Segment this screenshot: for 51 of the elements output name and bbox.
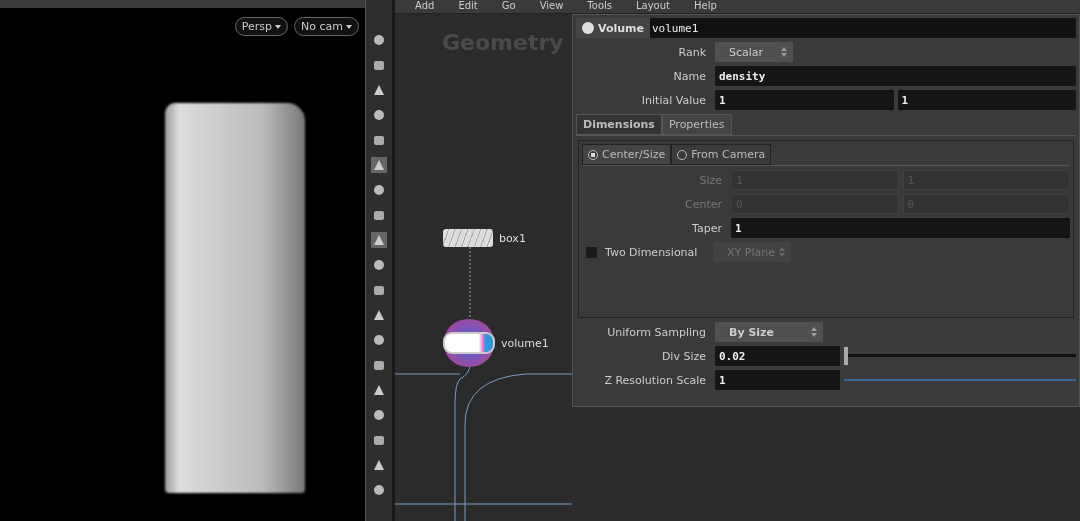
slider-thumb[interactable] xyxy=(844,347,848,365)
menu-item[interactable]: Go xyxy=(501,0,516,12)
checkbox[interactable] xyxy=(586,246,597,258)
value-field[interactable]: 1 xyxy=(731,218,1070,238)
node-label: volume1 xyxy=(501,336,549,350)
parm-label: Size xyxy=(698,173,723,187)
tab[interactable]: Properties xyxy=(661,114,732,135)
parm-label: Rank xyxy=(677,45,707,59)
value-field[interactable]: 0.02 xyxy=(715,346,840,366)
parm-label: Uniform Sampling xyxy=(606,325,707,339)
parm-label: Z Resolution Scale xyxy=(603,373,707,387)
tool-icon[interactable] xyxy=(371,407,387,423)
cloud-node-icon[interactable] xyxy=(443,319,495,367)
parm-label: Initial Value xyxy=(640,93,707,107)
rank-dropdown[interactable]: Scalar xyxy=(715,42,793,62)
menu-item[interactable]: Tools xyxy=(587,0,612,12)
name-field[interactable]: density xyxy=(715,66,1076,86)
tool-icon[interactable] xyxy=(371,257,387,273)
parm-label: Center xyxy=(683,197,723,211)
menu-item[interactable]: Edit xyxy=(458,0,478,12)
view-menu-button[interactable]: No cam xyxy=(294,17,359,36)
parm-label: Name xyxy=(672,69,707,83)
menu-item[interactable]: Help xyxy=(694,0,717,12)
value-field[interactable]: 1 xyxy=(715,90,894,110)
menu-item[interactable]: Add xyxy=(415,0,435,12)
checkbox-label: Two Dimensional xyxy=(605,245,699,259)
view-menu-button[interactable]: Persp xyxy=(234,17,289,36)
sampling-dropdown[interactable]: By Size xyxy=(715,322,823,342)
box-node-icon[interactable] xyxy=(443,229,493,247)
caret-icon xyxy=(275,25,282,29)
tool-icon[interactable] xyxy=(371,32,387,48)
mode-tab[interactable]: Center/Size xyxy=(582,144,672,165)
node-name-field[interactable]: volume1 xyxy=(650,18,1076,38)
value-field[interactable]: 1 xyxy=(897,90,1076,110)
node-type-button[interactable]: Volume xyxy=(576,18,650,38)
spinner-arrows-icon xyxy=(779,247,785,257)
spinner-arrows-icon xyxy=(781,47,787,57)
caret-icon xyxy=(346,25,352,29)
menu-item[interactable]: View xyxy=(539,0,564,12)
tool-icon[interactable] xyxy=(371,107,387,123)
parm-label: Div Size xyxy=(660,349,707,363)
menu-item[interactable]: Layout xyxy=(636,0,670,12)
spinner-arrows-icon xyxy=(811,327,817,337)
value-field[interactable]: 1 xyxy=(715,370,840,390)
tool-icon[interactable] xyxy=(371,332,387,348)
tool-icon[interactable] xyxy=(371,482,387,498)
tool-icon[interactable] xyxy=(371,182,387,198)
parm-label: Taper xyxy=(691,221,723,235)
mode-tab[interactable]: From Camera xyxy=(671,144,772,165)
node-label: box1 xyxy=(499,231,526,245)
tab[interactable]: Dimensions xyxy=(576,114,662,135)
